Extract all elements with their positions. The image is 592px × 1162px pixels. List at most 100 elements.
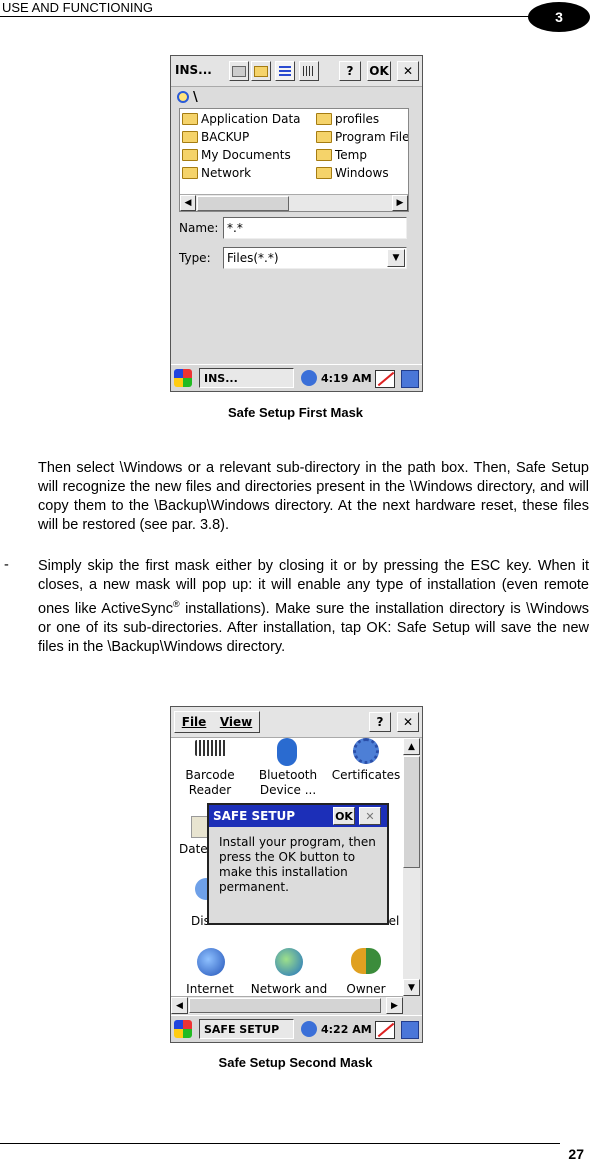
folder-icon <box>182 167 198 179</box>
pen-icon <box>377 371 395 387</box>
toolbar: INS... ? OK ✕ <box>171 56 422 87</box>
horizontal-scrollbar[interactable]: ◀ ▶ <box>180 194 408 211</box>
file-menu[interactable]: File <box>182 715 207 729</box>
folder-item[interactable]: Temp <box>316 148 367 162</box>
owner-people-icon[interactable] <box>351 948 381 974</box>
folder-item[interactable]: My Documents <box>182 148 291 162</box>
start-windows-icon[interactable] <box>174 1020 192 1038</box>
folder-item[interactable]: Windows <box>316 166 389 180</box>
ok-button[interactable]: OK <box>367 61 391 81</box>
folder-icon <box>316 131 332 143</box>
dialog-title-bar: SAFE SETUP OK ✕ <box>209 805 387 827</box>
help-button[interactable]: ? <box>339 61 361 81</box>
details-icon <box>303 66 315 76</box>
scroll-left-button[interactable]: ◀ <box>171 997 188 1014</box>
icon-label: Certificates <box>331 768 401 782</box>
clock-text[interactable]: 4:19 AM <box>321 372 372 385</box>
new-folder-icon <box>254 65 268 77</box>
menu-bar: File View ? ✕ <box>171 707 422 738</box>
footer-rule <box>0 1143 560 1144</box>
clock-text[interactable]: 4:22 AM <box>321 1023 372 1036</box>
name-label: Name: <box>179 221 219 235</box>
scroll-up-button[interactable]: ▲ <box>403 738 420 755</box>
folder-label: Temp <box>335 148 367 162</box>
folder-item[interactable]: BACKUP <box>182 130 249 144</box>
icon-label: Reader <box>188 783 232 797</box>
help-button[interactable]: ? <box>369 712 391 732</box>
horizontal-scrollbar[interactable]: ◀ ▶ <box>171 996 403 1014</box>
pen-icon <box>377 1022 395 1038</box>
figure2-caption: Safe Setup Second Mask <box>218 1055 373 1070</box>
internet-icon[interactable] <box>197 948 225 976</box>
path-box[interactable]: \ <box>177 88 198 106</box>
folder-icon <box>316 113 332 125</box>
taskbar-task-button[interactable]: INS... <box>199 368 294 388</box>
paragraph: Then select \Windows or a relevant sub-d… <box>38 460 589 533</box>
details-view-button[interactable] <box>299 61 319 81</box>
start-windows-icon[interactable] <box>174 369 192 387</box>
close-button[interactable]: ✕ <box>397 712 419 732</box>
scroll-thumb[interactable] <box>197 196 289 211</box>
type-select[interactable]: Files(*.*) ▼ <box>223 247 407 269</box>
close-button[interactable]: ✕ <box>397 61 419 81</box>
scroll-down-button[interactable]: ▼ <box>403 979 420 996</box>
taskbar: SAFE SETUP 4:22 AM <box>171 1015 422 1042</box>
taskbar: INS... 4:19 AM <box>171 364 422 391</box>
taskbar-task-button[interactable]: SAFE SETUP <box>199 1019 294 1039</box>
scroll-thumb[interactable] <box>403 756 420 868</box>
folder-icon <box>182 131 198 143</box>
input-panel-icon[interactable] <box>375 1021 395 1039</box>
name-input[interactable]: *.* <box>223 217 407 239</box>
first-mask-screenshot: INS... ? OK ✕ \ Application Data BACKUP … <box>170 55 423 392</box>
folder-label: My Documents <box>201 148 291 162</box>
desktop-icon[interactable] <box>401 1021 419 1039</box>
folder-item[interactable]: Application Data <box>182 112 301 126</box>
folder-label: Program Files <box>335 130 409 144</box>
desktop-icon[interactable] <box>401 370 419 388</box>
dialog-title: SAFE SETUP <box>213 809 296 823</box>
dialog-ok-button[interactable]: OK <box>333 807 355 825</box>
folder-label: Network <box>201 166 252 180</box>
type-value: Files(*.*) <box>227 251 279 265</box>
second-mask-screenshot: File View ? ✕ Barcode Reader Bluetooth D… <box>170 706 423 1043</box>
scroll-left-button[interactable]: ◀ <box>180 195 196 211</box>
view-menu[interactable]: View <box>220 715 252 729</box>
up-folder-button[interactable] <box>229 61 249 81</box>
network-globe-icon[interactable] <box>275 948 303 976</box>
dialog-title: INS... <box>175 63 212 77</box>
new-folder-button[interactable] <box>251 61 271 81</box>
input-panel-icon[interactable] <box>375 370 395 388</box>
icon-label: Network and <box>250 982 328 996</box>
folder-icon <box>182 149 198 161</box>
search-icon <box>177 91 189 103</box>
certificates-gear-icon[interactable] <box>353 738 379 764</box>
folder-item[interactable]: Program Files <box>316 130 409 144</box>
icon-label: Owner <box>346 982 386 996</box>
scroll-right-button[interactable]: ▶ <box>386 997 403 1014</box>
folder-icon <box>316 149 332 161</box>
icon-label: Barcode <box>185 768 235 782</box>
list-view-button[interactable] <box>275 61 295 81</box>
chapter-badge: 3 <box>528 2 590 32</box>
folder-label: Application Data <box>201 112 301 126</box>
bluetooth-icon[interactable] <box>277 738 297 766</box>
header-title: USE AND FUNCTIONING <box>2 0 153 15</box>
bullet-dash: - <box>4 557 9 573</box>
barcode-reader-icon[interactable] <box>195 740 227 756</box>
dialog-close-button[interactable]: ✕ <box>359 807 381 825</box>
header-rule <box>0 16 540 17</box>
icon-label: Device ... <box>259 783 317 797</box>
chevron-down-icon[interactable]: ▼ <box>387 249 405 267</box>
network-icon[interactable] <box>301 1021 317 1037</box>
menu-group: File View <box>174 711 260 733</box>
scroll-right-button[interactable]: ▶ <box>392 195 408 211</box>
registered-mark: ® <box>173 599 180 609</box>
file-list[interactable]: Application Data BACKUP My Documents Net… <box>179 108 409 212</box>
folder-item[interactable]: profiles <box>316 112 379 126</box>
figure1-caption: Safe Setup First Mask <box>227 405 364 420</box>
network-icon[interactable] <box>301 370 317 386</box>
dialog-message: Install your program, then press the OK … <box>219 835 376 894</box>
scroll-thumb[interactable] <box>189 998 381 1013</box>
vertical-scrollbar[interactable]: ▲ ▼ <box>403 738 420 996</box>
folder-item[interactable]: Network <box>182 166 251 180</box>
